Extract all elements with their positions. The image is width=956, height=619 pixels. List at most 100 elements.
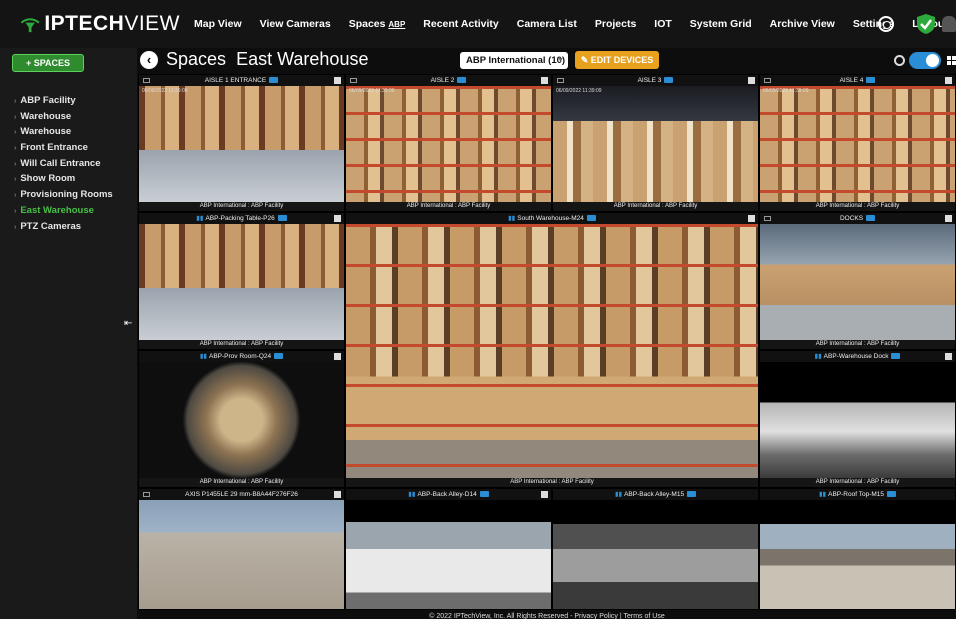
expand-icon[interactable] [334, 215, 341, 222]
camera-tile[interactable]: AISLE 3 06/09/2022 11:39:09 ABP Internat… [552, 74, 759, 212]
camera-tile[interactable]: AISLE 4 06/09/2022 11:39:09 ABP Internat… [759, 74, 956, 212]
expand-icon[interactable] [541, 491, 548, 498]
expand-icon[interactable] [334, 353, 341, 360]
camera-feed[interactable] [346, 86, 551, 202]
expand-icon[interactable] [334, 491, 341, 498]
sidebar-item-provisioning-rooms[interactable]: › Provisioning Rooms [14, 187, 113, 203]
expand-icon[interactable] [541, 77, 548, 84]
sidebar-item-east-warehouse[interactable]: › East Warehouse [14, 203, 113, 219]
gear-icon[interactable] [878, 16, 894, 32]
camera-feed[interactable] [760, 500, 955, 609]
camera-icon [143, 492, 150, 497]
content-header: ‹ Spaces East Warehouse ABP Internationa… [137, 48, 956, 74]
camera-name: AISLE 3 [637, 77, 662, 84]
camera-feed[interactable] [139, 224, 344, 340]
caret-icon: › [14, 145, 17, 153]
expand-icon[interactable] [945, 215, 952, 222]
view-toggle[interactable] [909, 52, 941, 69]
expand-icon[interactable] [334, 77, 341, 84]
camera-tile[interactable]: ▮▮ ABP-Prov Room-Q24 ABP International : … [138, 350, 345, 488]
sidebar-item-front-entrance[interactable]: › Front Entrance [14, 140, 113, 156]
nav-view-cameras[interactable]: View Cameras [260, 18, 331, 30]
expand-icon[interactable] [748, 215, 755, 222]
sidebar-item-show-room[interactable]: › Show Room [14, 171, 113, 187]
nav-recent-activity[interactable]: Recent Activity [423, 18, 498, 30]
caret-icon: › [14, 223, 17, 231]
title-space: East Warehouse [236, 49, 369, 69]
back-arrow-icon[interactable]: ‹ [140, 51, 158, 69]
video-icon: ▮▮ [199, 353, 207, 360]
organization-select-value: ABP International (10) [466, 55, 566, 66]
sidebar-item-abp-facility[interactable]: › ABP Facility [14, 93, 113, 109]
camera-location: ABP International : ABP Facility [139, 340, 344, 349]
bell-icon[interactable] [942, 16, 956, 32]
live-badge [866, 77, 876, 84]
camera-name: AISLE 2 [430, 77, 455, 84]
expand-icon[interactable] [945, 77, 952, 84]
nav-iot[interactable]: IOT [654, 18, 672, 30]
camera-tile-large[interactable]: ▮▮ South Warehouse-M24 ABP International … [345, 212, 759, 488]
camera-tile[interactable]: AISLE 2 06/09/2022 11:39:09 ABP Internat… [345, 74, 552, 212]
sidebar-item-label: Front Entrance [20, 142, 88, 154]
camera-feed[interactable] [346, 500, 551, 609]
expand-icon[interactable] [945, 353, 952, 360]
live-badge [479, 491, 489, 498]
camera-feed[interactable] [760, 86, 955, 202]
camera-feed[interactable] [139, 500, 344, 609]
sidebar-item-warehouse-2[interactable]: › Warehouse [14, 124, 113, 140]
brand-bold: IPTECH [44, 12, 125, 35]
camera-tile[interactable]: AISLE 1 ENTRANCE 06/09/2022 11:39:09 ABP… [138, 74, 345, 212]
camera-title-bar: ▮▮ ABP-Back Alley-M15 [553, 489, 758, 500]
camera-feed[interactable] [139, 362, 344, 478]
camera-feed[interactable] [346, 224, 758, 478]
camera-tile[interactable]: ▮▮ ABP-Roof Top-M15 [759, 488, 956, 610]
shield-check-icon[interactable] [916, 13, 936, 35]
video-icon: ▮▮ [814, 353, 822, 360]
collapse-sidebar-icon[interactable]: ⇤ [124, 318, 132, 329]
camera-timestamp: 06/09/2022 11:39:09 [142, 88, 188, 94]
nav-map-view[interactable]: Map View [194, 18, 242, 30]
camera-icon [350, 78, 357, 83]
nav-camera-list[interactable]: Camera List [517, 18, 577, 30]
edit-devices-button[interactable]: ✎ EDIT DEVICES [575, 51, 659, 69]
caret-icon: › [14, 160, 17, 168]
nav-spaces-tag: ABP [388, 20, 406, 29]
camera-title-bar: AXIS P1455LE 29 mm-B8A44F276F26 [139, 489, 344, 500]
camera-tile[interactable]: ▮▮ ABP-Back Alley-M15 [552, 488, 759, 610]
camera-feed[interactable] [760, 362, 955, 478]
camera-feed[interactable] [553, 86, 758, 202]
organization-select[interactable]: ABP International (10) ▼ [460, 52, 568, 69]
camera-tile[interactable]: DOCKS ABP International : ABP Facility [759, 212, 956, 350]
camera-name: AISLE 1 ENTRANCE [204, 77, 267, 84]
nav-system-grid[interactable]: System Grid [690, 18, 752, 30]
camera-title-bar: AISLE 2 [346, 75, 551, 86]
live-badge [687, 491, 697, 498]
camera-tile[interactable]: ▮▮ ABP-Warehouse Dock ABP International :… [759, 350, 956, 488]
camera-location: ABP International : ABP Facility [760, 478, 955, 487]
camera-tile[interactable]: ▮▮ ABP-Packing Table-P26 ABP Internationa… [138, 212, 345, 350]
camera-grid: AISLE 1 ENTRANCE 06/09/2022 11:39:09 ABP… [138, 74, 956, 610]
camera-feed[interactable] [553, 500, 758, 609]
camera-feed[interactable] [760, 224, 955, 340]
camera-title-bar: ▮▮ ABP-Roof Top-M15 [760, 489, 955, 500]
sidebar-item-label: East Warehouse [20, 204, 94, 216]
camera-timestamp: 06/09/2022 11:39:09 [556, 88, 602, 94]
nav-spaces[interactable]: Spaces ABP [349, 18, 406, 30]
sidebar-item-ptz-cameras[interactable]: › PTZ Cameras [14, 219, 113, 235]
logo[interactable]: IPTECH VIEW [20, 12, 180, 36]
camera-icon [764, 78, 771, 83]
camera-tile[interactable]: AXIS P1455LE 29 mm-B8A44F276F26 [138, 488, 345, 610]
sidebar-item-warehouse[interactable]: › Warehouse [14, 109, 113, 125]
chevron-down-icon: ▼ [557, 57, 564, 64]
camera-timestamp: 06/09/2022 11:39:09 [349, 88, 395, 94]
nav-archive-view[interactable]: Archive View [770, 18, 835, 30]
camera-tile[interactable]: ▮▮ ABP-Back Alley-D14 [345, 488, 552, 610]
sidebar-item-will-call-entrance[interactable]: › Will Call Entrance [14, 156, 113, 172]
nav-projects[interactable]: Projects [595, 18, 636, 30]
view-settings-gear-icon[interactable] [894, 55, 905, 66]
grid-layout-icon[interactable] [947, 56, 956, 65]
camera-feed[interactable] [139, 86, 344, 202]
expand-icon[interactable] [748, 77, 755, 84]
add-spaces-button[interactable]: + SPACES [12, 54, 84, 72]
camera-timestamp: 06/09/2022 11:39:09 [763, 88, 809, 94]
